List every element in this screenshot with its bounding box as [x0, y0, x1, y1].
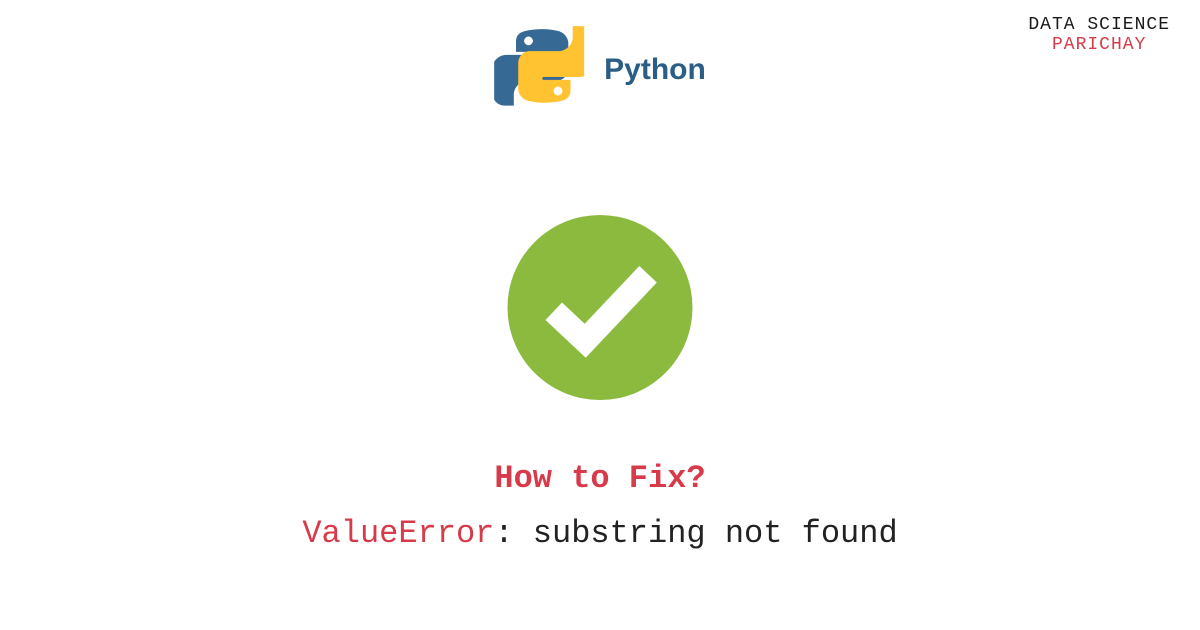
text-section: How to Fix? ValueError: substring not fo…	[0, 460, 1200, 552]
brand-section: DATA SCIENCE PARICHAY	[1028, 15, 1170, 55]
error-text: substring not found	[533, 515, 898, 552]
brand-line1: DATA SCIENCE	[1028, 15, 1170, 35]
how-to-fix-heading: How to Fix?	[0, 460, 1200, 497]
error-message: ValueError: substring not found	[0, 515, 1200, 552]
python-label: Python	[604, 53, 706, 87]
error-type: ValueError	[302, 515, 494, 552]
python-logo-icon	[494, 25, 584, 115]
checkmark-icon	[508, 215, 693, 400]
brand-line2: PARICHAY	[1028, 35, 1170, 55]
header-logo-section: Python	[494, 25, 706, 115]
error-separator: :	[494, 515, 532, 552]
